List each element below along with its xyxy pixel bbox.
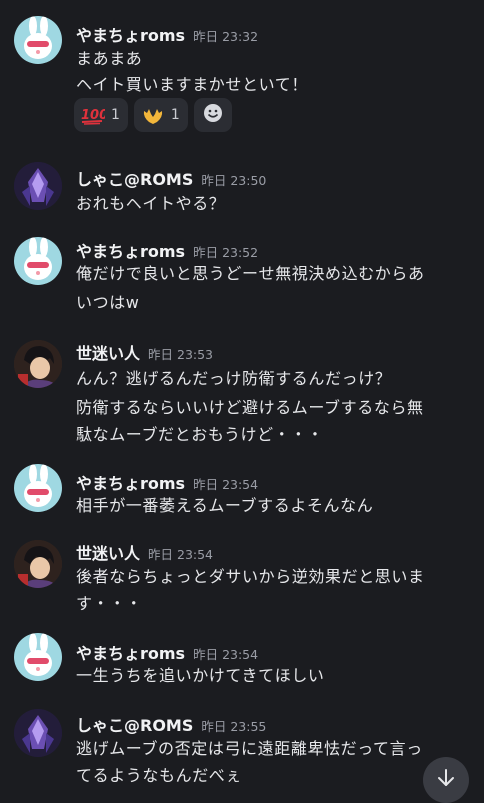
timestamp: 昨日 23:54 — [193, 477, 259, 492]
message-header: 世迷い人 昨日 23:53 — [76, 340, 213, 364]
message-text: 駄なムーブだとおもうけど・・・ — [76, 425, 324, 444]
message-header: やまちょroms 昨日 23:52 — [76, 238, 258, 262]
author-name[interactable]: やまちょroms — [76, 474, 185, 493]
reactions: 100 1 1 — [74, 98, 232, 132]
author-name[interactable]: 世迷い人 — [76, 344, 140, 363]
author-name[interactable]: やまちょroms — [76, 26, 185, 45]
message-text: んん？逃げるんだっけ防衛するんだっけ？ — [76, 369, 392, 388]
jump-to-latest-button[interactable] — [423, 757, 469, 803]
message-header: 世迷い人 昨日 23:54 — [76, 540, 213, 564]
timestamp: 昨日 23:52 — [193, 245, 259, 260]
message-text: 相手が一番萎えるムーブするよそんなん — [76, 496, 374, 515]
timestamp: 昨日 23:54 — [193, 647, 259, 662]
author-name[interactable]: しゃこ@ROMS — [76, 716, 193, 735]
reaction-count: 1 — [170, 107, 180, 123]
timestamp: 昨日 23:50 — [201, 173, 267, 188]
message-text: 一生うちを追いかけてきてほしい — [76, 666, 325, 685]
timestamp: 昨日 23:55 — [201, 719, 267, 734]
message-text: 防衛するならいいけど避けるムーブするなら無 — [76, 398, 424, 417]
avatar[interactable] — [14, 16, 62, 64]
message-header: やまちょroms 昨日 23:54 — [76, 640, 258, 664]
message-text: おれもヘイトやる？ — [76, 194, 226, 213]
message-text: 後者ならちょっとダサいから逆効果だと思いま — [76, 567, 425, 586]
hundred-points-icon: 100 — [81, 104, 105, 126]
timestamp: 昨日 23:54 — [148, 547, 214, 562]
reaction-heart-hands[interactable]: 1 — [133, 98, 188, 132]
reaction-count: 1 — [111, 107, 120, 123]
message-text: ヘイト買いますまかせといて！ — [76, 75, 308, 94]
message-text: 逃げムーブの否定は弓に遠距離卑怯だって言っ — [76, 739, 423, 758]
message-header: やまちょroms 昨日 23:32 — [76, 22, 258, 46]
avatar[interactable] — [14, 162, 62, 210]
author-name[interactable]: やまちょroms — [76, 242, 185, 261]
author-name[interactable]: 世迷い人 — [76, 544, 140, 563]
avatar[interactable] — [14, 237, 62, 285]
timestamp: 昨日 23:53 — [148, 347, 214, 362]
message-text: まあまあ — [76, 49, 143, 68]
reaction-hundred[interactable]: 100 1 — [74, 98, 128, 132]
message-header: しゃこ@ROMS 昨日 23:50 — [76, 166, 266, 190]
author-name[interactable]: しゃこ@ROMS — [76, 170, 193, 189]
arrow-down-icon — [435, 767, 457, 793]
avatar[interactable] — [14, 340, 62, 388]
message-header: やまちょroms 昨日 23:54 — [76, 470, 258, 494]
message-text: てるようなもんだべぇ — [76, 766, 243, 785]
avatar[interactable] — [14, 540, 62, 588]
avatar[interactable] — [14, 633, 62, 681]
avatar[interactable] — [14, 464, 62, 512]
smiley-icon — [202, 102, 224, 128]
add-reaction-button[interactable] — [193, 98, 232, 132]
heart-hands-icon — [141, 104, 165, 126]
message-text: す・・・ — [76, 594, 143, 613]
avatar[interactable] — [14, 709, 62, 757]
author-name[interactable]: やまちょroms — [76, 644, 185, 663]
message-header: しゃこ@ROMS 昨日 23:55 — [76, 712, 266, 736]
timestamp: 昨日 23:32 — [193, 29, 259, 44]
message-text: 俺だけで良いと思うどーせ無視決め込むからあ — [76, 264, 425, 283]
message-text: いつはw — [76, 293, 140, 312]
